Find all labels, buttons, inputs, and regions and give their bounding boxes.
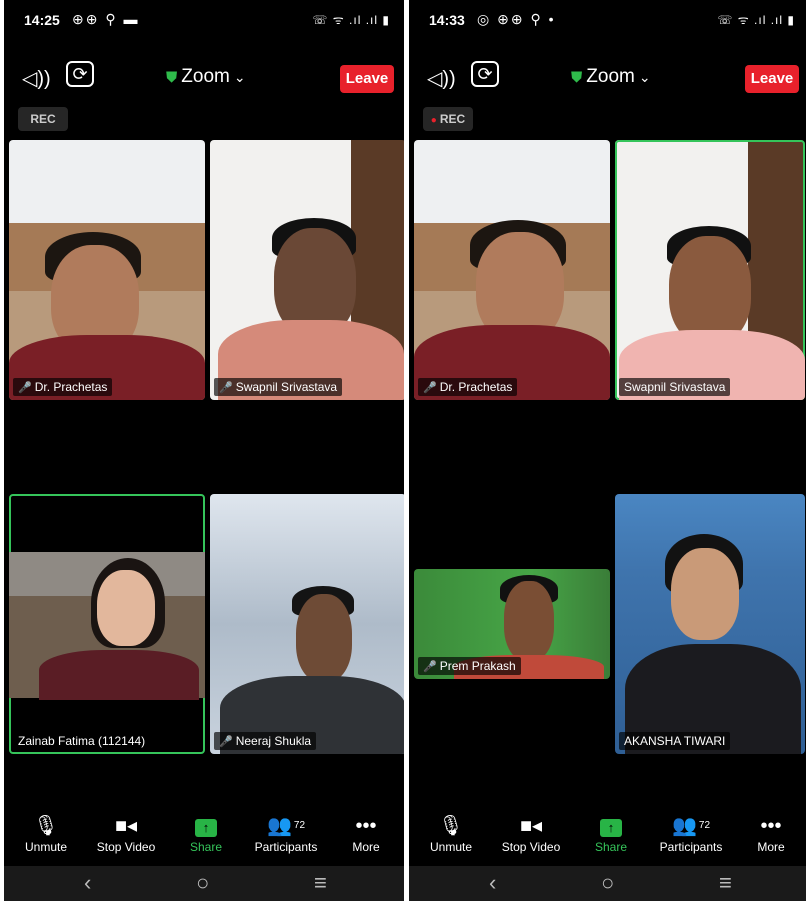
meeting-top-bar: ◁)) ⟳ ⛊ Zoom ⌄ Leave: [4, 58, 404, 98]
switch-camera-icon[interactable]: ⟳: [471, 61, 499, 87]
mic-muted-icon: 🎤: [423, 661, 437, 673]
more-button[interactable]: ••• More: [326, 812, 404, 854]
status-bar: 14:25 ⊕⊕ ⚲ ▬ ☏ ᯤ .ıl .ıl ▮: [4, 0, 404, 38]
participants-count: 72: [698, 820, 711, 831]
participants-icon: 👥: [266, 815, 292, 837]
nav-home-icon[interactable]: ○: [601, 870, 614, 896]
switch-camera-icon[interactable]: ⟳: [66, 61, 94, 87]
stop-video-button[interactable]: ■◂ Stop Video: [86, 812, 166, 854]
mic-muted-icon: 🎤: [219, 736, 233, 748]
share-button[interactable]: ↑ Share: [166, 812, 246, 854]
participant-name-label: Zainab Fatima (112144): [18, 734, 146, 748]
participant-video: [210, 140, 404, 400]
participant-name-label: 🎤 Prem Prakash: [418, 657, 521, 675]
participant-name-label: AKANSHA TIWARI: [619, 732, 731, 750]
mic-muted-icon: 🎤: [18, 382, 32, 394]
video-tile[interactable]: 🎤 Dr. Prachetas: [9, 140, 205, 400]
participant-video: [414, 140, 610, 400]
chevron-down-icon: ⌄: [233, 69, 246, 85]
more-button[interactable]: ••• More: [731, 812, 806, 854]
video-tile[interactable]: 🎤 Dr. Prachetas: [414, 140, 610, 400]
participants-count: 72: [293, 820, 306, 831]
signal-battery-icons: ☏ ᯤ .ıl .ıl ▮: [312, 13, 390, 27]
notification-icons: ◎ ⊕⊕ ⚲ •: [477, 11, 556, 27]
participant-video: [615, 494, 805, 754]
participants-icon: 👥: [671, 815, 697, 837]
video-tile[interactable]: 🎤 Prem Prakash: [414, 569, 610, 679]
more-dots-icon: •••: [760, 815, 782, 837]
recording-badge: ● REC: [423, 107, 473, 131]
speaker-icon[interactable]: ◁)): [22, 66, 51, 91]
speaker-icon[interactable]: ◁)): [427, 66, 456, 91]
status-time: 14:33: [429, 12, 465, 28]
nav-back-icon[interactable]: ‹: [489, 870, 496, 896]
share-arrow-icon: ↑: [600, 819, 622, 837]
participant-name-label: 🎤 Dr. Prachetas: [13, 378, 113, 396]
participant-name-label: 🎤 Neeraj Shukla: [214, 732, 317, 750]
video-camera-icon: ■◂: [519, 815, 543, 837]
video-tile[interactable]: 🎤 Neeraj Shukla: [210, 494, 404, 754]
video-tile-active-speaker[interactable]: Swapnil Srivastava: [615, 140, 805, 400]
mic-off-icon: 🎙: [33, 815, 59, 837]
unmute-button[interactable]: 🎙 Unmute: [411, 812, 491, 854]
android-nav-bar: ‹ ○ ≡: [4, 866, 404, 901]
share-arrow-icon: ↑: [195, 819, 217, 837]
participant-video: [9, 140, 205, 400]
mic-muted-icon: 🎤: [219, 382, 233, 394]
video-camera-icon: ■◂: [114, 815, 138, 837]
signal-battery-icons: ☏ ᯤ .ıl .ıl ▮: [717, 13, 795, 27]
status-time: 14:25: [24, 12, 60, 28]
meeting-toolbar: 🎙 Unmute ■◂ Stop Video ↑ Share 👥 72 Participa…: [409, 812, 806, 866]
phone-screen-left: 14:25 ⊕⊕ ⚲ ▬ ☏ ᯤ .ıl .ıl ▮ ◁)) ⟳ ⛊ Zoom ⌄ …: [4, 0, 404, 901]
chevron-down-icon: ⌄: [638, 69, 651, 85]
more-dots-icon: •••: [355, 815, 377, 837]
participant-video: [210, 494, 404, 754]
nav-home-icon[interactable]: ○: [196, 870, 209, 896]
status-bar: 14:33 ◎ ⊕⊕ ⚲ • ☏ ᯤ .ıl .ıl ▮: [409, 0, 806, 38]
participant-video: [615, 140, 805, 400]
nav-recents-icon[interactable]: ≡: [719, 870, 732, 896]
meeting-toolbar: 🎙 Unmute ■◂ Stop Video ↑ Share 👥 72 Participa…: [4, 812, 404, 866]
unmute-button[interactable]: 🎙 Unmute: [6, 812, 86, 854]
stop-video-button[interactable]: ■◂ Stop Video: [491, 812, 571, 854]
participant-name-label: Swapnil Srivastava: [619, 378, 731, 396]
video-tile[interactable]: 🎤 Swapnil Srivastava: [210, 140, 404, 400]
shield-icon: ⛊: [166, 69, 178, 86]
recording-badge: REC: [18, 107, 68, 131]
participants-button[interactable]: 👥 72 Participants: [246, 812, 326, 854]
nav-recents-icon[interactable]: ≡: [314, 870, 327, 896]
participant-name-label: 🎤 Swapnil Srivastava: [214, 378, 343, 396]
nav-back-icon[interactable]: ‹: [84, 870, 91, 896]
phone-screen-right: 14:33 ◎ ⊕⊕ ⚲ • ☏ ᯤ .ıl .ıl ▮ ◁)) ⟳ ⛊ Zoom…: [409, 0, 806, 901]
video-tile-active-speaker[interactable]: Zainab Fatima (112144): [9, 494, 205, 754]
mic-muted-icon: 🎤: [423, 382, 437, 394]
participant-name-label: 🎤 Dr. Prachetas: [418, 378, 518, 396]
mic-off-icon: 🎙: [438, 815, 464, 837]
shield-icon: ⛊: [571, 69, 583, 86]
participants-button[interactable]: 👥 72 Participants: [651, 812, 731, 854]
meeting-title[interactable]: ⛊ Zoom ⌄: [571, 66, 651, 88]
meeting-title[interactable]: ⛊ Zoom ⌄: [166, 66, 246, 88]
leave-button[interactable]: Leave: [745, 65, 799, 93]
participant-video: [9, 552, 205, 700]
leave-button[interactable]: Leave: [340, 65, 394, 93]
share-button[interactable]: ↑ Share: [571, 812, 651, 854]
video-tile[interactable]: AKANSHA TIWARI: [615, 494, 805, 754]
android-nav-bar: ‹ ○ ≡: [409, 866, 806, 901]
meeting-top-bar: ◁)) ⟳ ⛊ Zoom ⌄ Leave: [409, 58, 806, 98]
notification-icons: ⊕⊕ ⚲ ▬: [72, 11, 140, 27]
recording-dot-icon: ●: [430, 115, 437, 126]
